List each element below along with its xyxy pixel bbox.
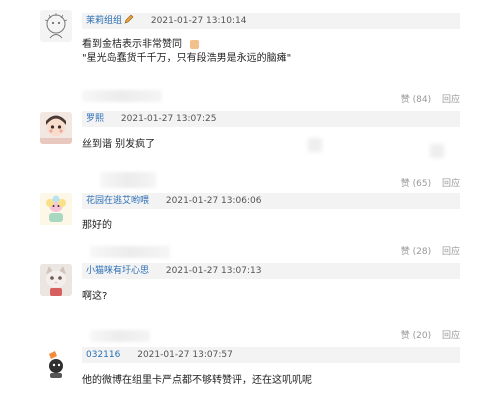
comment-line: 看到金桔表示非常赞同 bbox=[82, 39, 182, 50]
like-button[interactable]: 赞 (65) bbox=[401, 178, 431, 190]
comment-actions: 赞 (84) 回应 bbox=[401, 94, 460, 106]
avatar[interactable] bbox=[40, 264, 72, 296]
comment-text: 那好的 bbox=[82, 219, 112, 233]
like-button[interactable]: 赞 (20) bbox=[401, 330, 431, 342]
comment-text: 看到金桔表示非常赞同 "星光岛蠢货千千万，只有段浩男是永远的脑瘫" bbox=[82, 38, 291, 66]
comment-header: 茉莉组组 2021-01-27 13:10:14 bbox=[82, 13, 460, 29]
comment-text: 啊这? bbox=[82, 290, 107, 304]
comment-timestamp: 2021-01-27 13:07:57 bbox=[137, 350, 233, 360]
comment-timestamp: 2021-01-27 13:10:14 bbox=[150, 16, 247, 26]
comment-timestamp: 2021-01-27 13:06:06 bbox=[165, 196, 262, 206]
comment-actions: 赞 (28) 回应 bbox=[401, 246, 460, 258]
comment-actions: 赞 (65) 回应 bbox=[401, 178, 460, 190]
reply-button[interactable]: 回应 bbox=[442, 94, 460, 106]
reply-button[interactable]: 回应 bbox=[442, 246, 460, 258]
reply-button[interactable]: 回应 bbox=[442, 330, 460, 342]
comment-header: 罗熙 2021-01-27 13:07:25 bbox=[82, 111, 460, 127]
comment-line: 他的微博在组里卡严点都不够转赞评，还在这叽叽呢 bbox=[82, 375, 312, 386]
blurred-region bbox=[430, 144, 444, 158]
comment-line: 啊这? bbox=[82, 291, 108, 302]
like-button[interactable]: 赞 (28) bbox=[401, 246, 431, 258]
username-link[interactable]: 茉莉组组 bbox=[86, 16, 122, 26]
blurred-region bbox=[82, 90, 162, 102]
blurred-region bbox=[90, 330, 150, 342]
comment-text: 丝到谐 别发疯了 bbox=[82, 138, 155, 152]
username-link[interactable]: 罗熙 bbox=[86, 114, 104, 124]
username-link[interactable]: 花园在逃艾哟喂 bbox=[86, 196, 149, 206]
username-link[interactable]: 小猫咪有圩心思 bbox=[86, 266, 149, 276]
blurred-region bbox=[90, 246, 170, 258]
comment-text: 他的微博在组里卡严点都不够转赞评，还在这叽叽呢 bbox=[82, 374, 312, 388]
comment-header: 032116 2021-01-27 13:07:57 bbox=[82, 347, 460, 363]
comment-header: 小猫咪有圩心思 2021-01-27 13:07:13 bbox=[82, 263, 460, 279]
blurred-region bbox=[308, 138, 322, 152]
comment-header: 花园在逃艾哟喂 2021-01-27 13:06:06 bbox=[82, 193, 460, 209]
hand-emoji-icon bbox=[190, 40, 199, 49]
avatar[interactable] bbox=[40, 193, 72, 225]
username-link[interactable]: 032116 bbox=[86, 350, 120, 360]
comment-timestamp: 2021-01-27 13:07:25 bbox=[120, 114, 217, 124]
reply-button[interactable]: 回应 bbox=[442, 178, 460, 190]
comment-line: "星光岛蠢货千千万，只有段浩男是永远的脑瘫" bbox=[82, 53, 292, 64]
blurred-region bbox=[100, 172, 156, 188]
avatar[interactable] bbox=[40, 112, 72, 144]
avatar[interactable] bbox=[40, 10, 72, 42]
comment-line: 丝到谐 别发疯了 bbox=[82, 139, 156, 150]
like-button[interactable]: 赞 (84) bbox=[401, 94, 431, 106]
comment-actions: 赞 (20) 回应 bbox=[401, 330, 460, 342]
avatar[interactable] bbox=[40, 348, 72, 380]
comment-timestamp: 2021-01-27 13:07:13 bbox=[165, 266, 262, 276]
pencil-icon bbox=[124, 14, 134, 24]
comment-line: 那好的 bbox=[82, 220, 112, 231]
